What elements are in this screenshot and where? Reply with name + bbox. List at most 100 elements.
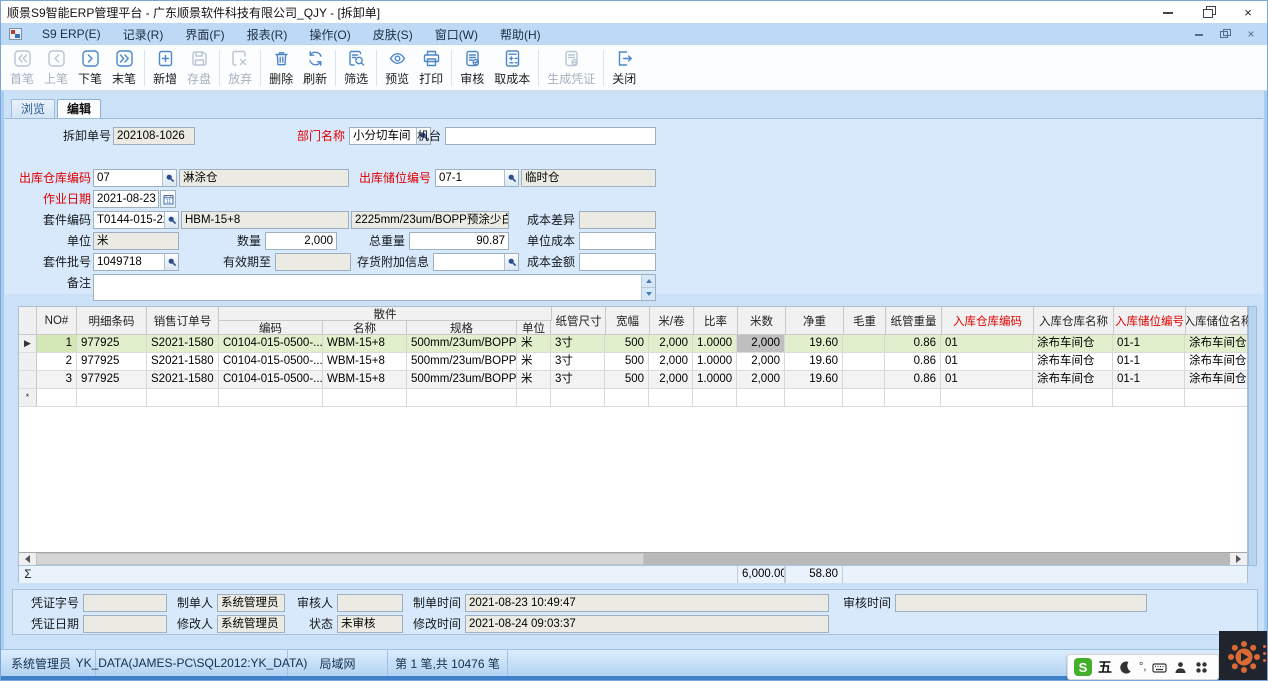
punctuation-icon[interactable]: °,: [1139, 661, 1146, 673]
expiry-field[interactable]: [275, 253, 351, 271]
col-part-unit[interactable]: 单位: [517, 321, 551, 335]
menu-operation[interactable]: 操作(O): [307, 24, 352, 45]
out-warehouse-name-field[interactable]: 淋涂仓: [179, 169, 349, 187]
first-record-button[interactable]: 首笔: [5, 47, 39, 89]
table-row[interactable]: 2 977925 S2021-1580 C0104-015-0500-... W…: [19, 353, 1247, 371]
out-warehouse-code-field[interactable]: 07: [93, 169, 177, 187]
kit-name-field[interactable]: HBM-15+8: [181, 211, 349, 229]
tab-edit[interactable]: 编辑: [57, 99, 101, 119]
next-record-button[interactable]: 下笔: [73, 47, 107, 89]
col-part-name[interactable]: 名称: [323, 321, 407, 335]
lookup-icon[interactable]: [164, 254, 178, 270]
col-in-warehouse-name[interactable]: 入库仓库名称: [1034, 307, 1114, 334]
voucher-date-field[interactable]: [83, 615, 167, 633]
unit-field[interactable]: 米: [93, 232, 179, 250]
restore-icon[interactable]: [1201, 5, 1215, 19]
keyboard-icon[interactable]: [1152, 660, 1167, 675]
col-in-warehouse-code[interactable]: 入库仓库编码: [942, 307, 1034, 334]
col-no[interactable]: NO#: [37, 307, 77, 334]
menu-window[interactable]: 窗口(W): [433, 24, 480, 45]
get-cost-button[interactable]: 取成本: [489, 47, 535, 89]
col-in-location-code[interactable]: 入库储位编号: [1114, 307, 1186, 334]
menu-s9erp[interactable]: S9 ERP(E): [40, 25, 103, 43]
col-net-weight[interactable]: 净重: [786, 307, 844, 334]
mdi-close-icon[interactable]: ×: [1245, 28, 1257, 40]
spin-up-icon[interactable]: [642, 275, 655, 287]
lookup-icon[interactable]: [504, 254, 518, 270]
mdi-restore-icon[interactable]: [1219, 28, 1231, 40]
ime-mode-label[interactable]: 五: [1098, 657, 1112, 677]
preview-button[interactable]: 预览: [380, 47, 414, 89]
unit-cost-field[interactable]: [579, 232, 656, 250]
col-part-spec[interactable]: 规格: [407, 321, 517, 335]
lookup-icon[interactable]: [504, 170, 518, 186]
calendar-icon[interactable]: 11: [160, 190, 176, 208]
remark-spinner[interactable]: [641, 275, 655, 300]
col-tube-weight[interactable]: 纸管重量: [886, 307, 942, 334]
col-gross-weight[interactable]: 毛重: [844, 307, 886, 334]
menu-help[interactable]: 帮助(H): [498, 24, 543, 45]
new-row[interactable]: *: [19, 389, 1247, 407]
prev-record-button[interactable]: 上笔: [39, 47, 73, 89]
delete-button[interactable]: 删除: [264, 47, 298, 89]
discard-button[interactable]: 放弃: [223, 47, 257, 89]
col-meters-per-roll[interactable]: 米/卷: [650, 307, 694, 334]
close-icon[interactable]: ×: [1241, 5, 1255, 19]
current-cell[interactable]: 2,000: [737, 335, 785, 352]
toolbox-icon[interactable]: [1194, 660, 1209, 675]
menu-skin[interactable]: 皮肤(S): [371, 24, 415, 45]
total-weight-field[interactable]: 90.87: [409, 232, 509, 250]
col-part-code[interactable]: 编码: [219, 321, 323, 335]
auditor-field[interactable]: [337, 594, 403, 612]
table-row[interactable]: 3 977925 S2021-1580 C0104-015-0500-... W…: [19, 371, 1247, 389]
col-width[interactable]: 宽幅: [606, 307, 650, 334]
col-meters[interactable]: 米数: [738, 307, 786, 334]
kit-batch-field[interactable]: 1049718: [93, 253, 179, 271]
cost-diff-field[interactable]: [579, 211, 656, 229]
tab-browse[interactable]: 浏览: [11, 99, 55, 118]
menu-report[interactable]: 报表(R): [245, 24, 290, 45]
extra-info-field[interactable]: [433, 253, 519, 271]
vertical-scrollbar[interactable]: [1248, 306, 1257, 566]
kit-code-field[interactable]: T0144-015-2225: [93, 211, 179, 229]
col-tube-size[interactable]: 纸管尺寸: [552, 307, 606, 334]
scrollbar-thumb[interactable]: [36, 553, 644, 565]
table-row[interactable]: ▶ 1 977925 S2021-1580 C0104-015-0500-...…: [19, 335, 1247, 353]
modifier-field[interactable]: 系统管理员: [217, 615, 285, 633]
creator-field[interactable]: 系统管理员: [217, 594, 285, 612]
menu-interface[interactable]: 界面(F): [183, 24, 226, 45]
col-ratio[interactable]: 比率: [694, 307, 738, 334]
night-mode-icon[interactable]: [1118, 660, 1133, 675]
minimize-icon[interactable]: [1161, 5, 1175, 19]
out-location-code-field[interactable]: 07-1: [435, 169, 519, 187]
doc-no-field[interactable]: 202108-1026: [113, 127, 195, 145]
user-icon[interactable]: [1173, 660, 1188, 675]
lookup-icon[interactable]: [162, 170, 176, 186]
modify-time-field[interactable]: 2021-08-24 09:03:37: [465, 615, 829, 633]
audit-button[interactable]: 审核: [455, 47, 489, 89]
print-button[interactable]: 打印: [414, 47, 448, 89]
remark-field[interactable]: [93, 274, 656, 301]
work-date-field[interactable]: 2021-08-23: [93, 190, 159, 208]
refresh-button[interactable]: 刷新: [298, 47, 332, 89]
machine-field[interactable]: [445, 127, 656, 145]
col-barcode[interactable]: 明细条码: [77, 307, 147, 334]
kit-spec-field[interactable]: 2225mm/23um/BOPP预涂少白点: [351, 211, 509, 229]
close-form-button[interactable]: 关闭: [607, 47, 641, 89]
menu-record[interactable]: 记录(R): [121, 24, 166, 45]
shunjing-logo[interactable]: [1219, 631, 1268, 681]
cost-amount-field[interactable]: [579, 253, 656, 271]
lookup-icon[interactable]: [164, 212, 178, 228]
out-location-name-field[interactable]: 临时仓: [521, 169, 656, 187]
voucher-no-field[interactable]: [83, 594, 167, 612]
filter-button[interactable]: 筛选: [339, 47, 373, 89]
qty-field[interactable]: 2,000: [265, 232, 337, 250]
create-time-field[interactable]: 2021-08-23 10:49:47: [465, 594, 829, 612]
audit-time-field[interactable]: [895, 594, 1147, 612]
last-record-button[interactable]: 末笔: [107, 47, 141, 89]
horizontal-scrollbar[interactable]: [19, 552, 1247, 565]
mdi-minimize-icon[interactable]: [1193, 28, 1205, 40]
save-button[interactable]: 存盘: [182, 47, 216, 89]
col-sales-order[interactable]: 销售订单号: [147, 307, 219, 334]
scroll-left-icon[interactable]: [19, 553, 36, 565]
